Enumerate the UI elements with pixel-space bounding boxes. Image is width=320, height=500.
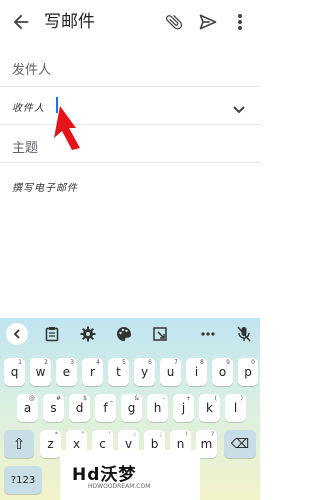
chevron-down-icon[interactable] bbox=[232, 100, 246, 114]
keyboard-toolbar bbox=[0, 318, 260, 350]
red-arrow-icon bbox=[50, 104, 90, 150]
subject-field[interactable]: 主题 bbox=[12, 137, 38, 156]
key-r[interactable]: 4r bbox=[82, 358, 103, 386]
key-u[interactable]: 7u bbox=[160, 358, 181, 386]
key-q[interactable]: 1q bbox=[4, 358, 25, 386]
key-o[interactable]: 9o bbox=[212, 358, 233, 386]
more-horiz-icon[interactable] bbox=[196, 322, 220, 346]
more-vert-icon[interactable] bbox=[231, 12, 249, 32]
symbols-key[interactable]: ?123 bbox=[4, 466, 42, 494]
key-y[interactable]: 6y bbox=[134, 358, 155, 386]
divider bbox=[0, 162, 260, 163]
paperclip-icon[interactable] bbox=[164, 12, 184, 32]
key-w[interactable]: 2w bbox=[30, 358, 51, 386]
key-z[interactable]: * z bbox=[40, 430, 61, 458]
recipient-field[interactable]: 收件人 bbox=[12, 99, 45, 114]
watermark-logo: Hd沃梦 bbox=[72, 465, 137, 485]
key-j[interactable]: + j bbox=[173, 394, 194, 422]
divider bbox=[0, 86, 260, 87]
clipboard-icon[interactable] bbox=[40, 322, 64, 346]
gear-icon[interactable] bbox=[76, 322, 100, 346]
chevron-left-icon[interactable] bbox=[6, 323, 28, 345]
body-field[interactable]: 撰写电子邮件 bbox=[12, 179, 78, 194]
key-i[interactable]: 8i bbox=[186, 358, 207, 386]
backspace-key[interactable]: ⌫ bbox=[224, 430, 256, 458]
send-icon[interactable] bbox=[198, 12, 218, 32]
sender-field[interactable]: 发件人 bbox=[12, 59, 51, 78]
key-k[interactable]: (k bbox=[199, 394, 220, 422]
watermark-url: HDWOODREAM.COM bbox=[88, 483, 151, 490]
key-p[interactable]: 0p bbox=[238, 358, 258, 386]
key-a[interactable]: @ a bbox=[17, 394, 38, 422]
key-h[interactable]: -h bbox=[147, 394, 168, 422]
key-t[interactable]: 5t bbox=[108, 358, 129, 386]
palette-icon[interactable] bbox=[112, 322, 136, 346]
key-d[interactable]: $ d bbox=[69, 394, 90, 422]
key-l[interactable]: ) l bbox=[225, 394, 246, 422]
app-bar: 写邮件 bbox=[0, 0, 260, 44]
divider bbox=[0, 124, 260, 125]
key-g[interactable]: & g bbox=[121, 394, 142, 422]
mic-off-icon[interactable] bbox=[232, 322, 256, 346]
key-e[interactable]: 3e bbox=[56, 358, 77, 386]
shift-key[interactable]: ⇧ bbox=[4, 430, 34, 458]
resize-icon[interactable] bbox=[148, 322, 172, 346]
page-title: 写邮件 bbox=[44, 12, 95, 32]
key-s[interactable]: # s bbox=[43, 394, 64, 422]
key-f[interactable]: _ f bbox=[95, 394, 116, 422]
arrow-left-icon[interactable] bbox=[10, 11, 32, 33]
